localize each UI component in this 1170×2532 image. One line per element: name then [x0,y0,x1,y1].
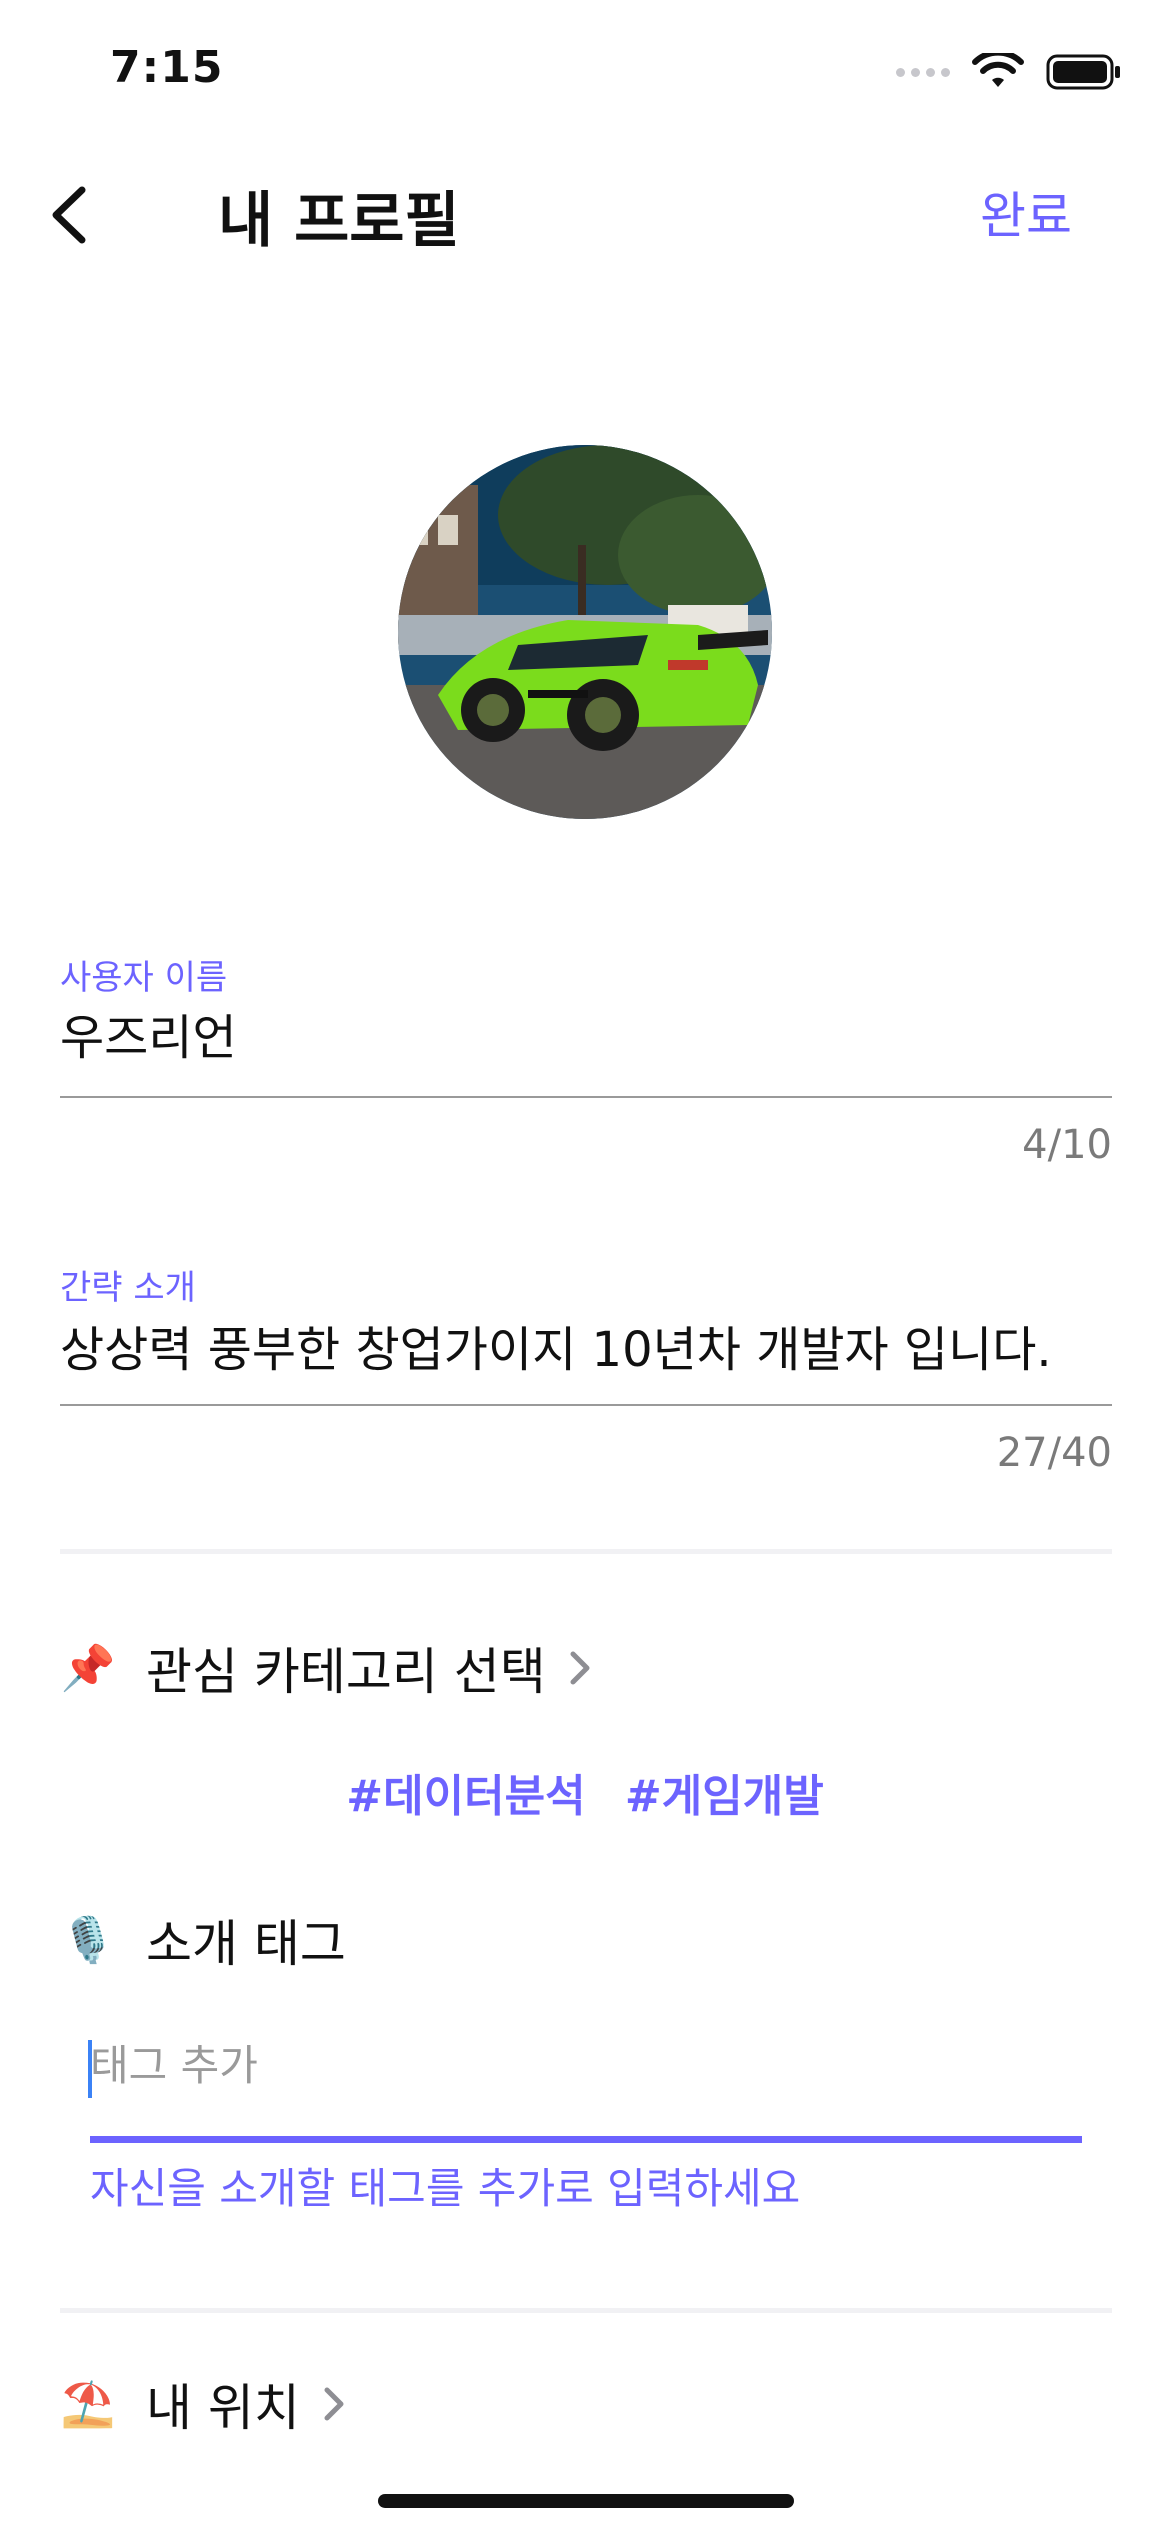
bio-counter: 27/40 [996,1430,1112,1476]
battery-icon [1046,54,1120,90]
profile-avatar[interactable] [398,445,772,819]
status-time: 7:15 [110,42,224,93]
bio-label: 간략 소개 [60,1268,196,1308]
interest-tag[interactable]: #데이터분석 [346,1771,585,1822]
cellular-signal-icon [896,67,950,77]
car-photo [398,445,772,819]
chevron-right-icon [324,2387,344,2421]
tag-helper-text: 자신을 소개할 태그를 추가로 입력하세요 [90,2164,801,2213]
bio-field[interactable]: 상상력 풍부한 창업가이지 10년차 개발자 입니다. [60,1310,1052,1380]
interest-tag[interactable]: #게임개발 [625,1771,824,1822]
username-underline [60,1096,1112,1098]
status-icons [896,52,1122,92]
interest-category-label: 관심 카테고리 선택 [146,1643,546,1701]
section-divider [60,2308,1112,2313]
wifi-icon [972,53,1024,87]
tag-input[interactable]: 태그 추가 [90,2032,1080,2102]
home-indicator[interactable] [378,2494,794,2508]
microphone-icon: 🎙️ [60,1915,116,1966]
intro-tags-label: 소개 태그 [146,1915,346,1973]
location-row[interactable]: ⛱️ 내 위치 [60,2368,346,2440]
username-field[interactable]: 우즈리언 [60,998,237,1068]
interest-category-row[interactable]: 📌 관심 카테고리 선택 [60,1632,592,1704]
section-divider [60,1549,1112,1554]
username-label: 사용자 이름 [60,958,228,998]
done-button[interactable]: 완료 [980,176,1072,248]
tag-input-underline [90,2136,1082,2143]
back-chevron-icon[interactable] [40,180,100,250]
pushpin-icon: 📌 [60,1643,116,1694]
page-title: 내 프로필 [218,186,460,256]
bio-underline [60,1404,1112,1406]
chevron-right-icon [570,1651,590,1685]
interest-tags: #데이터분석 #게임개발 [0,1760,1170,1824]
username-counter: 4/10 [1022,1122,1112,1168]
intro-tags-header: 🎙️ 소개 태그 [60,1904,346,1976]
location-label: 내 위치 [146,2379,300,2437]
beach-umbrella-icon: ⛱️ [60,2379,116,2430]
